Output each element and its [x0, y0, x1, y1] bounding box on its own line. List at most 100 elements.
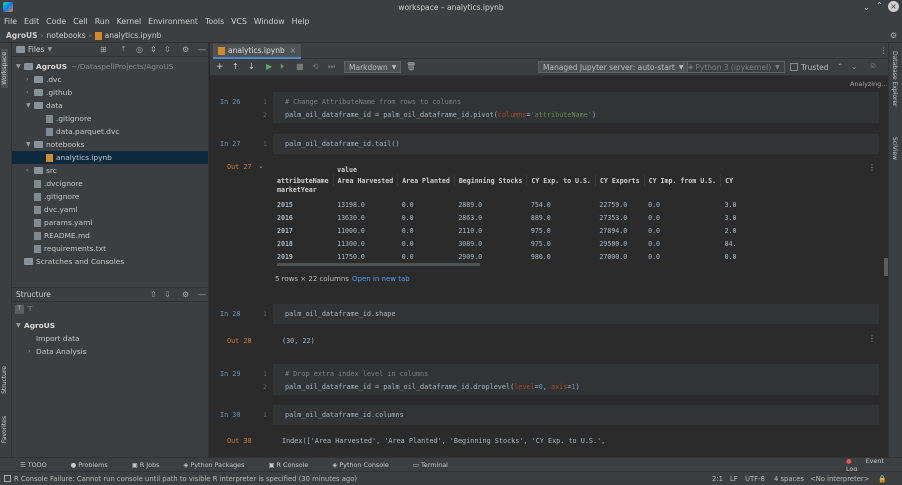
- chevron-down-icon[interactable]: ▼: [47, 46, 52, 53]
- structure-item-import[interactable]: Import data: [36, 332, 80, 345]
- tree-item-scratches[interactable]: Scratches and Consoles: [16, 255, 124, 268]
- tree-item-requirements[interactable]: requirements.txt: [34, 242, 106, 255]
- filter-icon[interactable]: ⊤: [15, 305, 24, 314]
- server-select[interactable]: Managed Jupyter server: auto-start ▼: [538, 61, 689, 73]
- gear-icon[interactable]: ⚙: [182, 290, 189, 299]
- menu-help[interactable]: Help: [292, 17, 310, 26]
- cell-28[interactable]: 1 palm_oil_dataframe_id.shape: [263, 304, 879, 324]
- tree-item-parquet-dvc[interactable]: data.parquet.dvc: [46, 125, 119, 138]
- status-message[interactable]: R Console Failure: Cannot run console un…: [14, 475, 357, 483]
- output-menu-icon[interactable]: ⋮: [868, 334, 876, 343]
- tree-root[interactable]: ▼ AgroUS ~/DataspellProjects/AgroUS: [16, 60, 173, 73]
- tab-analytics[interactable]: analytics.ipynb ×: [213, 44, 302, 59]
- structure-root[interactable]: ▼ AgroUS: [16, 319, 55, 332]
- tree-item-data-gitignore[interactable]: .gitignore: [46, 112, 91, 125]
- tab-terminal[interactable]: ▭ Terminal: [413, 461, 460, 469]
- kernel-select[interactable]: ◈ Python 3 (ipykernel) ▼: [683, 61, 785, 73]
- menu-cell[interactable]: Cell: [73, 17, 88, 26]
- breadcrumb-project[interactable]: AgroUS: [6, 31, 38, 40]
- collapse-all-icon[interactable]: ⇳: [164, 45, 171, 54]
- menu-kernel[interactable]: Kernel: [117, 17, 142, 26]
- collapse-icon[interactable]: ⤒: [122, 45, 125, 54]
- run-icon[interactable]: ▶: [266, 62, 272, 71]
- breadcrumb-file[interactable]: analytics.ipynb: [105, 31, 162, 40]
- down-icon[interactable]: ⌄: [851, 62, 857, 71]
- maximize-icon[interactable]: ⌃: [876, 1, 883, 10]
- tree-item-dvcignore[interactable]: .dvcignore: [34, 177, 83, 190]
- jupyter-icon[interactable]: ⊘: [870, 61, 876, 70]
- open-new-tab-link[interactable]: Open in new tab: [352, 275, 410, 283]
- indent-setting[interactable]: 4 spaces: [774, 475, 804, 483]
- tree-item-data[interactable]: ▼ data: [26, 99, 63, 112]
- cell-30[interactable]: 1 palm_oil_dataframe_id.columns: [263, 405, 879, 425]
- more-tabs-icon[interactable]: ⋮: [880, 46, 888, 55]
- sort-icon[interactable]: ⇧: [150, 290, 157, 299]
- tree-item-notebooks[interactable]: ▼ notebooks: [26, 138, 85, 151]
- menu-edit[interactable]: Edit: [24, 17, 39, 26]
- tab-python-console[interactable]: ◈ Python Console: [332, 461, 401, 469]
- tab-favorites[interactable]: Favorites: [1, 413, 8, 446]
- line-separator[interactable]: LF: [730, 475, 738, 483]
- tab-sciview[interactable]: SciView: [891, 137, 898, 160]
- tree-item-readme[interactable]: README.md: [34, 229, 90, 242]
- cell-27[interactable]: 1 palm_oil_dataframe_id.tail(): [263, 134, 879, 154]
- up-icon[interactable]: ⌃: [837, 62, 843, 71]
- cell-type-select[interactable]: Markdown ▼: [344, 61, 402, 73]
- move-up-icon[interactable]: ↑: [232, 62, 239, 71]
- tab-database-explorer[interactable]: Database Explorer: [891, 51, 898, 107]
- restart-icon[interactable]: ⟲: [312, 62, 319, 71]
- cell-29[interactable]: 1 2 # Drop extra index level in columns …: [263, 364, 879, 395]
- output-menu-icon[interactable]: ⋮: [868, 163, 876, 172]
- tab-python-packages[interactable]: ◈ Python Packages: [183, 461, 256, 469]
- interpreter-selector[interactable]: <No interpreter>: [810, 475, 869, 483]
- menu-file[interactable]: File: [4, 17, 17, 26]
- close-icon[interactable]: ×: [888, 1, 899, 12]
- trusted-checkbox[interactable]: [790, 63, 798, 71]
- add-cell-icon[interactable]: +: [216, 62, 224, 72]
- menu-code[interactable]: Code: [46, 17, 66, 26]
- menu-vcs[interactable]: VCS: [231, 17, 247, 26]
- horizontal-scrollbar[interactable]: [277, 263, 480, 266]
- expand-icon[interactable]: ⇩: [164, 290, 171, 299]
- tree-item-github[interactable]: › .github: [26, 86, 72, 99]
- tab-structure[interactable]: Structure: [1, 363, 8, 397]
- gear-icon[interactable]: ⚙: [182, 45, 189, 54]
- close-tab-icon[interactable]: ×: [290, 46, 296, 55]
- tab-r-jobs[interactable]: ▣ R Jobs: [132, 461, 172, 469]
- breadcrumb-folder[interactable]: notebooks: [47, 31, 86, 40]
- project-view-selector[interactable]: Files: [28, 45, 44, 54]
- cell-26[interactable]: 1 2 # Change AttributeName from rows to …: [263, 92, 879, 123]
- locate-icon[interactable]: ⊞: [100, 45, 107, 54]
- collapse-output-icon[interactable]: ⌄: [258, 162, 264, 170]
- tab-problems[interactable]: ● Problems: [71, 461, 120, 469]
- settings-icon[interactable]: ⚙: [890, 31, 897, 40]
- menu-window[interactable]: Window: [254, 17, 285, 26]
- delete-icon[interactable]: 🗑: [406, 62, 416, 71]
- structure-item-analysis[interactable]: › Data Analysis: [28, 345, 86, 358]
- menu-environment[interactable]: Environment: [148, 17, 198, 26]
- tree-item-params-yaml[interactable]: params.yaml: [34, 216, 92, 229]
- run-above-icon[interactable]: ⏭: [328, 62, 335, 72]
- tree-item-src[interactable]: › src: [26, 164, 57, 177]
- funnel-icon[interactable]: ⊤: [27, 305, 33, 314]
- tab-todo[interactable]: ☰ TODO: [20, 461, 59, 469]
- stop-icon[interactable]: ■: [296, 62, 304, 71]
- minimize-icon[interactable]: ⌄: [863, 3, 870, 12]
- tree-item-gitignore[interactable]: .gitignore: [34, 190, 79, 203]
- lock-icon[interactable]: 🔒: [878, 475, 886, 483]
- menu-tools[interactable]: Tools: [205, 17, 224, 26]
- move-down-icon[interactable]: ↓: [248, 62, 255, 71]
- run-all-icon[interactable]: ⏵: [280, 62, 284, 72]
- tab-r-console[interactable]: ▣ R Console: [268, 461, 320, 469]
- expand-all-icon[interactable]: ⇕: [150, 45, 157, 54]
- file-encoding[interactable]: UTF-8: [745, 475, 765, 483]
- cursor-position[interactable]: 2:1: [712, 475, 723, 483]
- target-icon[interactable]: ◎: [136, 45, 143, 54]
- tab-workspace[interactable]: Workspace: [1, 49, 8, 88]
- tree-item-dvc-yaml[interactable]: dvc.yaml: [34, 203, 78, 216]
- hide-icon[interactable]: —: [198, 45, 206, 54]
- tree-item-dvc[interactable]: › .dvc: [26, 73, 61, 86]
- tree-item-analytics[interactable]: analytics.ipynb: [12, 151, 208, 164]
- hide-icon[interactable]: —: [198, 290, 206, 299]
- menu-run[interactable]: Run: [95, 17, 110, 26]
